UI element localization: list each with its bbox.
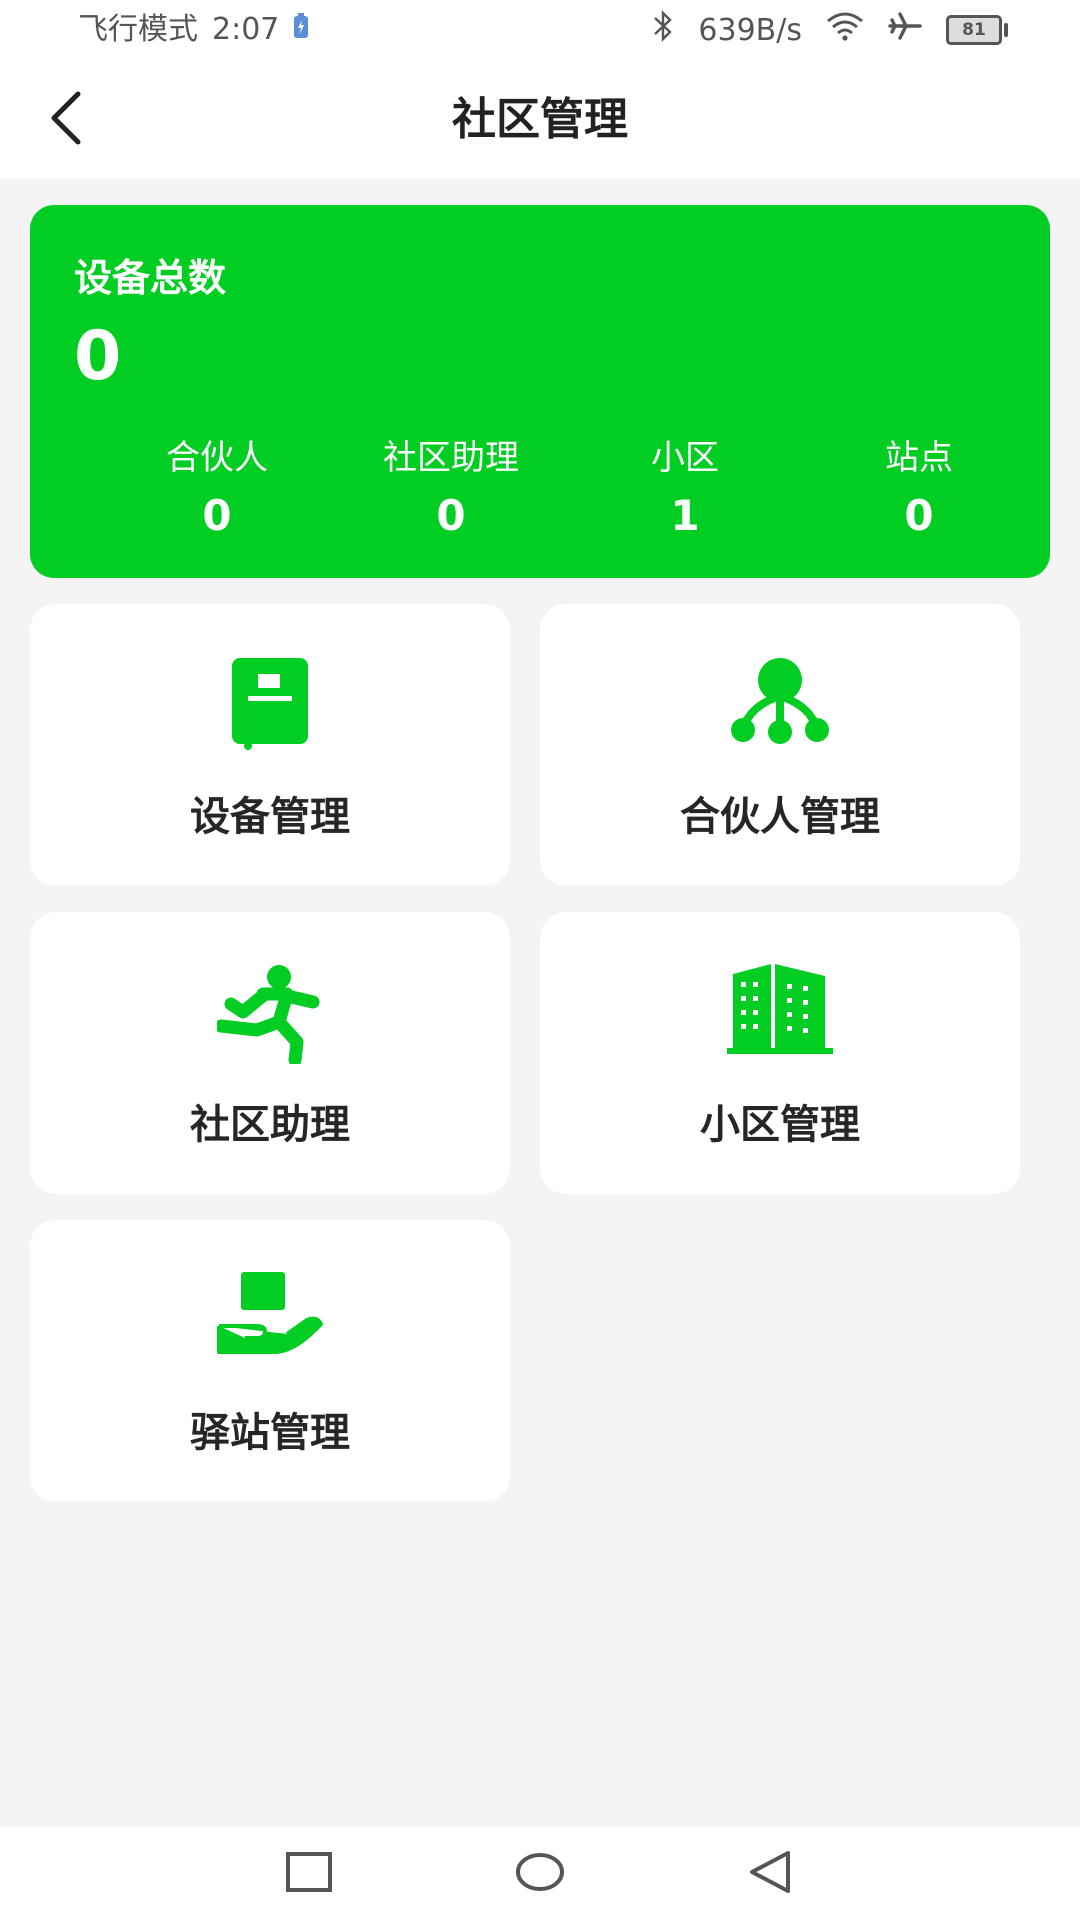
stat-label: 站点 [885,438,953,478]
square-icon [285,1851,333,1897]
tile-community-assistant[interactable]: 社区助理 [30,912,510,1194]
package-hand-icon [217,1272,323,1372]
summary-label: 设备总数 [74,256,227,300]
stat-partners: 合伙人 0 [100,435,334,547]
stat-label: 社区助理 [383,438,519,478]
stat-label: 合伙人 [166,438,268,478]
battery-saver-icon [293,10,309,50]
network-speed: 639B/s [698,12,802,48]
status-bar: 飞行模式 2:07 639B/s 81 [0,0,1080,62]
tile-label: 驿站管理 [190,1410,350,1456]
airplane-icon [888,11,922,49]
summary-stats: 合伙人 0 社区助理 0 小区 1 站点 0 [30,435,1050,547]
stat-stations: 站点 0 [802,435,1036,547]
device-summary-card: 设备总数 0 合伙人 0 社区助理 0 小区 1 站点 0 [30,205,1050,578]
tile-label: 设备管理 [190,794,350,840]
tile-device-management[interactable]: 设备管理 [30,604,510,886]
page-title: 社区管理 [452,94,628,145]
recent-apps-button[interactable] [279,1844,339,1904]
tile-station-management[interactable]: 驿站管理 [30,1220,510,1502]
battery-level: 81 [962,20,986,40]
airplane-mode-text: 飞行模式 [78,12,198,47]
stat-assistants: 社区助理 0 [334,435,568,547]
back-nav-button[interactable] [740,1844,800,1904]
wifi-icon [826,11,864,49]
running-person-icon [214,964,323,1067]
triangle-back-icon [746,1849,794,1899]
tile-label: 合伙人管理 [680,794,880,840]
tile-community-management[interactable]: 小区管理 [540,912,1020,1194]
battery-icon: 81 [946,15,1008,45]
device-icon [230,656,310,756]
building-icon [727,964,833,1064]
stat-value: 0 [436,491,466,540]
tile-label: 社区助理 [190,1102,350,1148]
stat-value: 0 [202,491,232,540]
bluetooth-icon [652,9,674,51]
system-nav-bar [0,1826,1080,1920]
status-time: 2:07 [212,12,280,47]
home-button[interactable] [510,1844,570,1904]
status-right: 639B/s 81 [652,9,1008,51]
status-left: 飞行模式 2:07 [78,10,309,50]
summary-total: 0 [74,317,122,396]
stat-value: 0 [904,491,934,540]
partner-network-icon [727,656,833,756]
circle-icon [514,1852,566,1896]
stat-communities: 小区 1 [568,435,802,547]
tile-label: 小区管理 [700,1102,860,1148]
stat-value: 1 [670,491,700,540]
tile-partner-management[interactable]: 合伙人管理 [540,604,1020,886]
stat-label: 小区 [651,438,719,478]
nav-bar: 社区管理 [0,62,1080,178]
